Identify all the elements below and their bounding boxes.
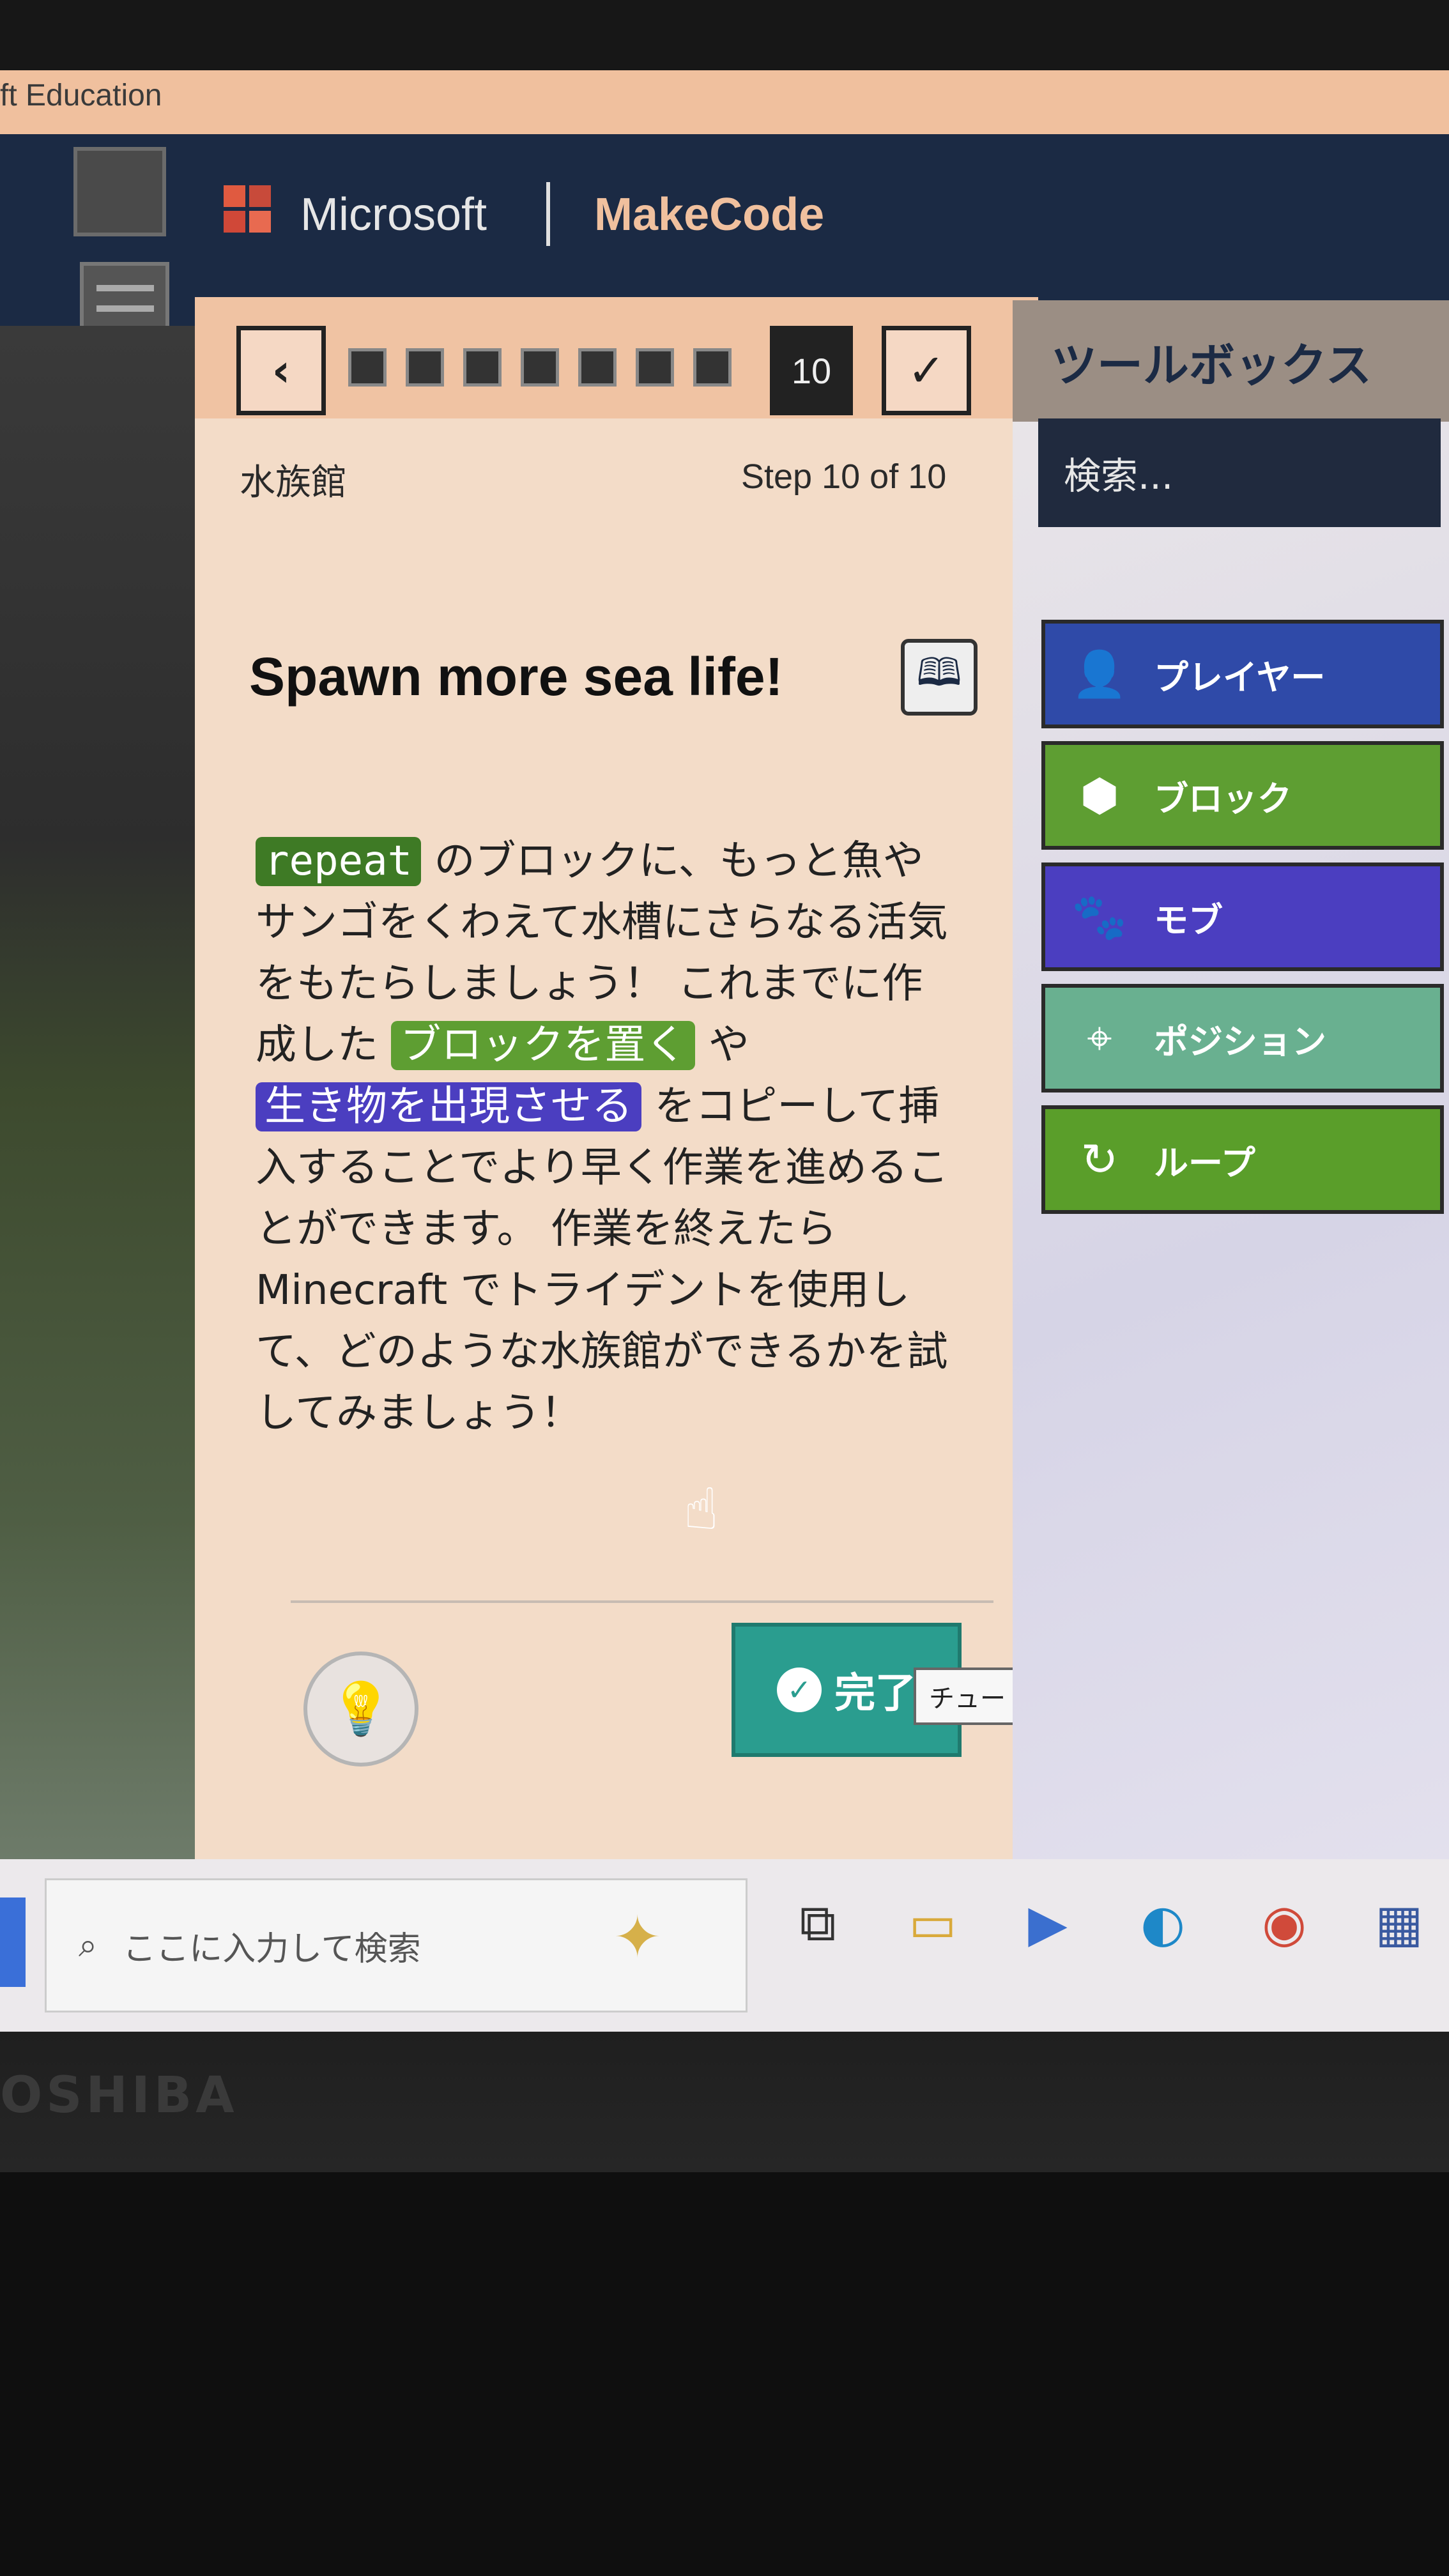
step-counter: Step 10 of 10 bbox=[741, 457, 947, 496]
crosshair-icon: ⌖ bbox=[1087, 1011, 1112, 1064]
category-label: モブ bbox=[1154, 900, 1223, 940]
cube-icon: ⬢ bbox=[1080, 769, 1119, 822]
hand-cursor-icon: ☝ bbox=[684, 1476, 719, 1543]
step-indicator[interactable] bbox=[636, 348, 674, 387]
microsoft-logo-icon bbox=[224, 185, 275, 236]
step-heading: Spawn more sea life! bbox=[249, 647, 783, 707]
task-view-icon[interactable]: ⧉ bbox=[779, 1885, 856, 1961]
previous-step-button[interactable]: ‹ bbox=[236, 326, 326, 415]
laptop-keyboard-area bbox=[0, 2172, 1449, 2576]
immersive-reader-icon: 🕮 bbox=[916, 650, 962, 695]
step-indicator[interactable] bbox=[578, 348, 617, 387]
finish-step-button[interactable]: ✓ bbox=[882, 326, 971, 415]
header-divider bbox=[546, 182, 550, 246]
category-mobs[interactable]: 🐾 モブ bbox=[1041, 862, 1444, 971]
taskbar-search-placeholder: ここに入力して検索 bbox=[123, 1929, 421, 1968]
windows-taskbar: ⌕ ここに入力して検索 ✦ ⧉ ▭ ▶ ◐ ◉ ▦ bbox=[0, 1859, 1449, 2032]
toolbox-search-input[interactable]: 検索... bbox=[1038, 418, 1441, 527]
step-indicator[interactable] bbox=[406, 348, 444, 387]
edge-browser-icon[interactable]: ◐ bbox=[1124, 1885, 1201, 1961]
category-label: プレイヤー bbox=[1154, 657, 1326, 698]
instruction-text: や bbox=[708, 1022, 749, 1069]
spawn-mob-chip[interactable]: 生き物を出現させる bbox=[256, 1082, 641, 1131]
file-explorer-icon[interactable]: ▭ bbox=[894, 1885, 971, 1961]
screen-bezel-top bbox=[0, 0, 1449, 70]
checkmark-icon: ✓ bbox=[907, 344, 946, 397]
chrome-browser-icon[interactable]: ◉ bbox=[1246, 1885, 1322, 1961]
window-title: ft Education bbox=[0, 79, 162, 112]
done-label: 完了 bbox=[834, 1670, 916, 1717]
brand-company: Microsoft bbox=[300, 189, 487, 240]
category-blocks[interactable]: ⬢ ブロック bbox=[1041, 741, 1444, 850]
hamburger-icon-line bbox=[96, 305, 154, 312]
person-icon: 👤 bbox=[1071, 647, 1128, 700]
tutorial-panel: ‹ 10 ✓ 水族館 Step 10 of 10 Spawn more sea … bbox=[195, 297, 1038, 2009]
window-titlebar: ft Education bbox=[0, 70, 1449, 134]
chevron-left-icon: ‹ bbox=[272, 344, 291, 397]
step-navigation: ‹ 10 ✓ bbox=[195, 297, 1038, 418]
immersive-reader-button[interactable]: 🕮 bbox=[901, 639, 977, 716]
check-circle-icon: ✓ bbox=[777, 1667, 822, 1712]
category-loops[interactable]: ↻ ループ bbox=[1041, 1105, 1444, 1214]
step-indicator[interactable] bbox=[463, 348, 502, 387]
repeat-block-chip[interactable]: repeat bbox=[256, 837, 422, 886]
step-indicator[interactable] bbox=[348, 348, 387, 387]
loop-icon: ↻ bbox=[1080, 1133, 1119, 1186]
copilot-sparkle-icon[interactable]: ✦ bbox=[613, 1904, 661, 1971]
category-label: ブロック bbox=[1154, 778, 1292, 819]
paw-icon: 🐾 bbox=[1071, 890, 1128, 943]
hamburger-icon bbox=[96, 285, 154, 291]
lightbulb-icon: 💡 bbox=[329, 1679, 393, 1738]
toolbox-title: ツールボックス bbox=[1013, 300, 1449, 422]
category-label: ポジション bbox=[1154, 1021, 1326, 1062]
current-step-indicator[interactable]: 10 bbox=[770, 326, 853, 415]
video-call-icon[interactable]: ▶ bbox=[1009, 1885, 1086, 1961]
laptop-brand: OSHIBA bbox=[0, 2067, 238, 2124]
minecraft-education-icon[interactable]: ▦ bbox=[1361, 1885, 1438, 1961]
search-icon: ⌕ bbox=[79, 1926, 98, 1965]
step-indicator[interactable] bbox=[521, 348, 559, 387]
start-button[interactable] bbox=[0, 1897, 26, 1987]
screen: ft Education Microsoft MakeCode ‹ 10 ✓ 水… bbox=[0, 70, 1449, 2032]
step-indicator[interactable] bbox=[693, 348, 732, 387]
close-panel-button[interactable] bbox=[73, 147, 166, 236]
place-block-chip[interactable]: ブロックを置く bbox=[391, 1021, 696, 1070]
step-instructions: repeat のブロックに、もっと魚やサンゴをくわえて水槽にさらなる活気をもたら… bbox=[256, 831, 958, 1444]
brand-product: MakeCode bbox=[594, 189, 825, 240]
tutorial-name: 水族館 bbox=[240, 462, 347, 502]
hint-button[interactable]: 💡 bbox=[303, 1652, 418, 1767]
instruction-text: をコピーして挿入することでより早く作業を進めることができます。 作業を終えたら … bbox=[256, 1083, 949, 1437]
category-player[interactable]: 👤 プレイヤー bbox=[1041, 620, 1444, 728]
panel-divider bbox=[291, 1600, 993, 1603]
toolbox-panel: ツールボックス 検索... 👤 プレイヤー ⬢ ブロック 🐾 モブ ⌖ ポジショ… bbox=[1013, 300, 1449, 2025]
category-positions[interactable]: ⌖ ポジション bbox=[1041, 984, 1444, 1092]
category-label: ループ bbox=[1154, 1142, 1255, 1183]
